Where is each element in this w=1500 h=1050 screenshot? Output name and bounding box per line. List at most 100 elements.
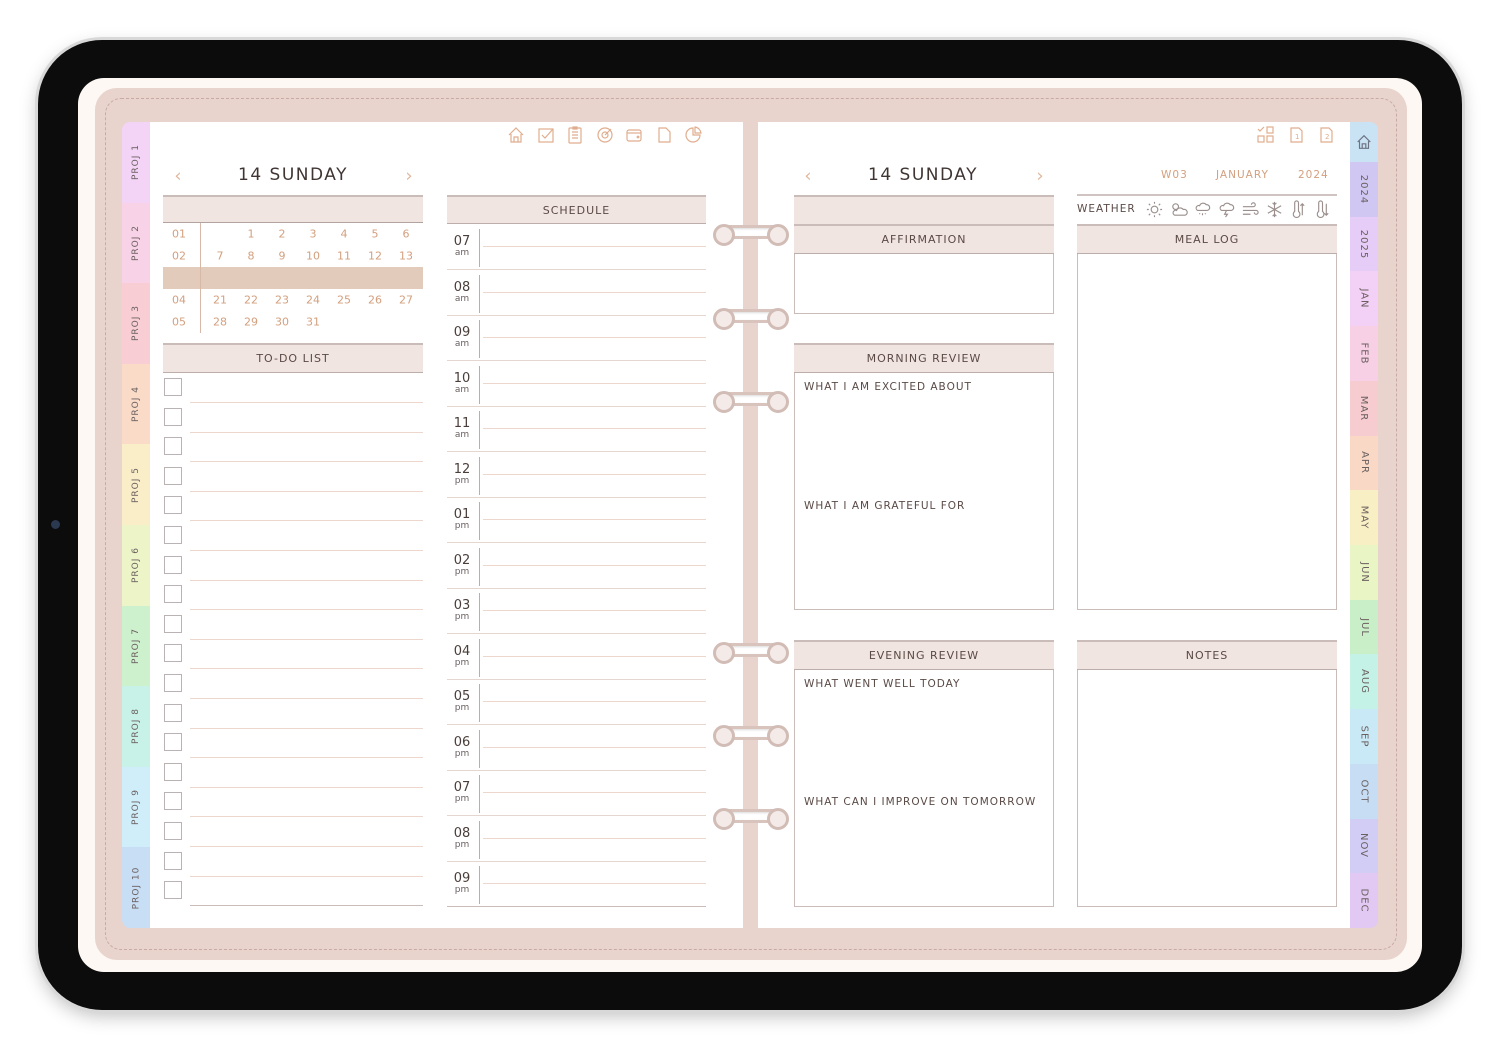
todo-checkbox[interactable] xyxy=(164,674,182,692)
calendar-date[interactable]: 24 xyxy=(306,294,320,307)
half-hour-line[interactable] xyxy=(483,519,706,520)
day-1-icon[interactable]: 1 xyxy=(1286,125,1306,145)
todo-checkbox[interactable] xyxy=(164,851,182,870)
tab-proj-4[interactable]: PROJ 4 xyxy=(122,363,150,445)
year-link[interactable]: 2024 xyxy=(1298,169,1329,181)
todo-checkbox[interactable] xyxy=(164,703,182,722)
todo-line[interactable] xyxy=(190,431,423,433)
hour-line[interactable] xyxy=(447,587,706,589)
week-number[interactable]: 04 xyxy=(172,294,186,307)
calendar-date[interactable]: 2 xyxy=(279,228,286,241)
half-hour-line[interactable] xyxy=(483,883,706,884)
calendar-date[interactable]: 26 xyxy=(368,294,382,307)
hour-line[interactable] xyxy=(447,269,706,270)
calendar-date[interactable]: 7 xyxy=(217,250,224,263)
tab-2025[interactable]: 2025 xyxy=(1350,216,1378,272)
calendar-date[interactable]: 29 xyxy=(244,316,258,329)
hour-line[interactable] xyxy=(447,724,706,725)
calendar-date[interactable]: 13 xyxy=(399,250,413,263)
tab-apr[interactable]: APR xyxy=(1350,435,1378,491)
hour-line[interactable] xyxy=(447,633,706,634)
calendar-date[interactable]: 5 xyxy=(372,228,379,241)
prev-day-arrow[interactable]: ‹ xyxy=(174,166,181,187)
calendar-date[interactable]: 21 xyxy=(213,294,227,307)
home-icon[interactable] xyxy=(506,125,526,145)
todo-line[interactable] xyxy=(190,609,423,611)
calendar-date[interactable]: 1 xyxy=(248,228,255,241)
hour-line[interactable] xyxy=(447,451,706,452)
todo-line[interactable] xyxy=(190,520,423,522)
tab-2024[interactable]: 2024 xyxy=(1350,162,1378,217)
todo-line[interactable] xyxy=(190,786,423,788)
todo-checkbox[interactable] xyxy=(164,466,182,485)
todo-line[interactable] xyxy=(190,579,423,581)
target-icon[interactable] xyxy=(595,125,615,145)
tab-oct[interactable]: OCT xyxy=(1350,763,1378,819)
calendar-date[interactable]: 30 xyxy=(275,316,289,329)
hour-line[interactable] xyxy=(447,360,706,361)
half-hour-line[interactable] xyxy=(483,382,706,384)
todo-checkbox[interactable] xyxy=(164,378,182,396)
hour-line[interactable] xyxy=(447,769,706,771)
next-day-arrow[interactable]: › xyxy=(405,166,412,187)
tab-jul[interactable]: JUL xyxy=(1350,599,1378,655)
todo-line[interactable] xyxy=(190,638,423,640)
half-hour-line[interactable] xyxy=(483,837,706,839)
todo-line[interactable] xyxy=(190,875,423,877)
todo-line[interactable] xyxy=(190,727,423,729)
wallet-icon[interactable] xyxy=(624,125,644,145)
clipboard-icon[interactable] xyxy=(565,125,585,145)
todo-checkbox[interactable] xyxy=(164,762,182,781)
week-number[interactable]: 05 xyxy=(172,316,186,329)
affirmation-box[interactable] xyxy=(794,254,1054,314)
todo-checkbox[interactable] xyxy=(164,733,182,752)
meal-log-box[interactable] xyxy=(1077,254,1337,610)
hour-line[interactable] xyxy=(447,906,706,907)
half-hour-line[interactable] xyxy=(483,610,706,611)
hour-line[interactable] xyxy=(447,860,706,862)
tab-aug[interactable]: AUG xyxy=(1350,654,1378,710)
todo-line[interactable] xyxy=(190,905,423,907)
hour-line[interactable] xyxy=(447,405,706,407)
todo-checkbox[interactable] xyxy=(164,644,182,663)
todo-checkbox[interactable] xyxy=(164,555,182,574)
todo-checkbox[interactable] xyxy=(164,822,182,840)
tab-proj-10[interactable]: PROJ 10 xyxy=(122,847,150,928)
tab-dec[interactable]: DEC xyxy=(1350,873,1378,928)
calendar-date[interactable]: 28 xyxy=(213,316,227,329)
todo-checkbox[interactable] xyxy=(164,526,182,544)
calendar-date[interactable]: 22 xyxy=(244,294,258,307)
todo-line[interactable] xyxy=(190,461,423,463)
todo-line[interactable] xyxy=(190,550,423,551)
calendar-date[interactable]: 8 xyxy=(248,250,255,263)
hour-line[interactable] xyxy=(447,496,706,498)
half-hour-line[interactable] xyxy=(483,701,706,702)
tab-may[interactable]: MAY xyxy=(1350,490,1378,545)
tab-proj-2[interactable]: PROJ 2 xyxy=(122,202,150,284)
todo-checkbox[interactable] xyxy=(164,792,182,811)
todo-line[interactable] xyxy=(190,490,423,492)
half-hour-line[interactable] xyxy=(483,655,706,657)
morning-review-box[interactable] xyxy=(794,373,1054,610)
next-day-arrow[interactable]: › xyxy=(1036,166,1043,187)
tab-proj-5[interactable]: PROJ 5 xyxy=(122,444,150,525)
calendar-date[interactable]: 10 xyxy=(306,250,320,263)
todo-line[interactable] xyxy=(190,816,423,818)
tab-jun[interactable]: JUN xyxy=(1350,545,1378,600)
tab-proj-9[interactable]: PROJ 9 xyxy=(122,766,150,848)
tab-nov[interactable]: NOV xyxy=(1350,818,1378,874)
half-hour-line[interactable] xyxy=(483,428,706,429)
tab-feb[interactable]: FEB xyxy=(1350,326,1378,381)
todo-checkbox[interactable] xyxy=(164,437,182,456)
calendar-date[interactable]: 23 xyxy=(275,294,289,307)
todo-checkbox[interactable] xyxy=(164,881,182,900)
hour-line[interactable] xyxy=(447,678,706,680)
todo-checkbox[interactable] xyxy=(164,614,182,633)
half-hour-line[interactable] xyxy=(483,564,706,566)
tab-proj-6[interactable]: PROJ 6 xyxy=(122,525,150,606)
week-number[interactable]: 02 xyxy=(172,250,186,263)
todo-line[interactable] xyxy=(190,402,423,403)
calendar-date[interactable]: 11 xyxy=(337,250,351,263)
tab-proj-1[interactable]: PROJ 1 xyxy=(122,122,150,203)
tab-jan[interactable]: JAN xyxy=(1350,271,1378,327)
